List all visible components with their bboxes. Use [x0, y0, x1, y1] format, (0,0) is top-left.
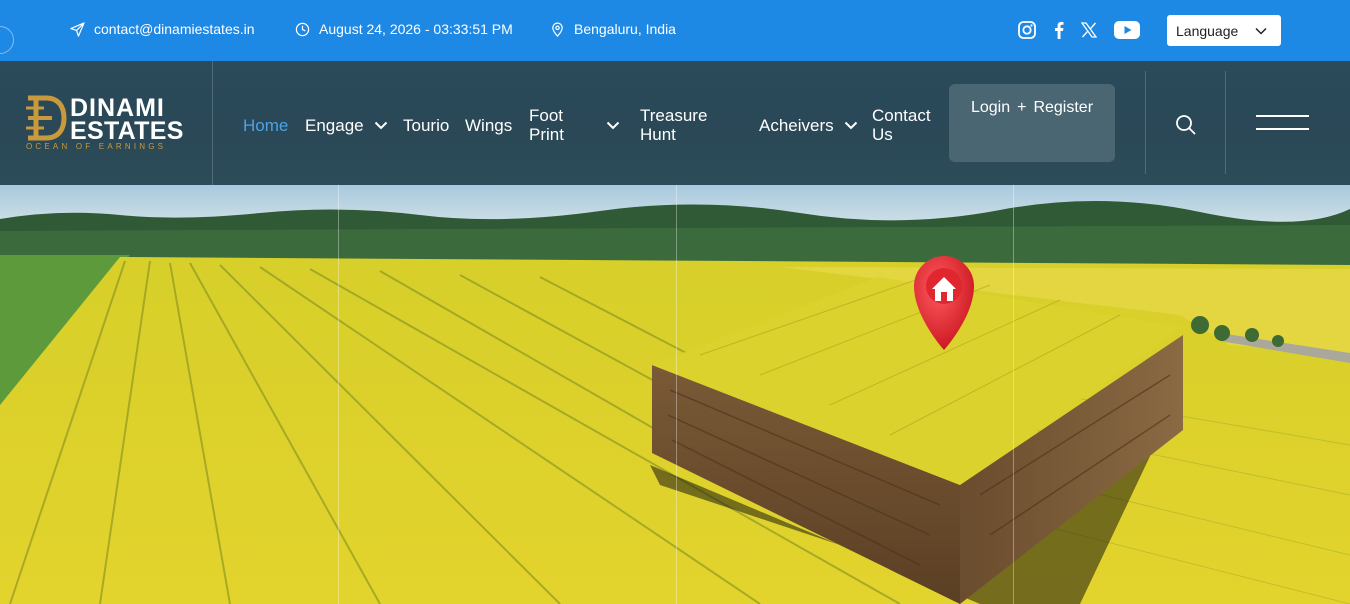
- chevron-down-icon[interactable]: [606, 121, 620, 130]
- menu-bar-icon: [1256, 128, 1309, 130]
- register-label: Register: [1033, 99, 1094, 116]
- nav-engage[interactable]: Engage: [305, 116, 388, 135]
- hero-image: [0, 185, 1350, 604]
- login-label: Login: [970, 99, 1011, 116]
- logo-tagline: OCEAN OF EARNINGS: [26, 142, 166, 151]
- location-text: Bengaluru, India: [574, 21, 676, 37]
- login-register-button[interactable]: Login + Register: [949, 84, 1115, 162]
- language-select[interactable]: Language: [1167, 15, 1281, 46]
- grid-line: [676, 185, 677, 604]
- main-navigation: DINAMI ESTATES OCEAN OF EARNINGS Home En…: [0, 61, 1350, 185]
- chevron-down-icon: [1255, 27, 1267, 35]
- nav-engage-label: Engage: [305, 116, 364, 135]
- nav-wings[interactable]: Wings: [465, 116, 512, 135]
- top-info-bar: contact@dinamiestates.in August 24, 2026…: [0, 0, 1350, 61]
- nav-treasure-hunt[interactable]: Treasure Hunt: [640, 106, 740, 144]
- nav-foot-print[interactable]: Foot Print: [529, 106, 589, 144]
- divider: [1145, 71, 1146, 174]
- x-twitter-icon[interactable]: [1080, 19, 1098, 41]
- logo-line2: ESTATES: [70, 117, 184, 145]
- divider: [212, 61, 213, 185]
- logo-graphic: DINAMI ESTATES OCEAN OF EARNINGS: [26, 94, 184, 151]
- email-link[interactable]: contact@dinamiestates.in: [70, 21, 255, 37]
- location-display: Bengaluru, India: [550, 21, 676, 37]
- nav-home[interactable]: Home: [243, 116, 288, 135]
- nav-achievers-label: Acheivers: [759, 116, 834, 135]
- datetime-display: August 24, 2026 - 03:33:51 PM: [295, 21, 513, 37]
- search-button[interactable]: [1175, 114, 1196, 135]
- youtube-icon[interactable]: [1113, 19, 1140, 41]
- instagram-icon[interactable]: [1017, 19, 1037, 41]
- facebook-icon[interactable]: [1051, 19, 1067, 41]
- nav-tourio[interactable]: Tourio: [403, 116, 449, 135]
- search-icon: [1176, 115, 1196, 135]
- site-logo[interactable]: DINAMI ESTATES OCEAN OF EARNINGS: [24, 94, 202, 152]
- scroll-indicator[interactable]: [0, 26, 14, 54]
- chevron-down-icon: [374, 121, 387, 130]
- datetime-text: August 24, 2026 - 03:33:51 PM: [319, 21, 513, 37]
- language-label: Language: [1176, 22, 1239, 39]
- plus-separator: +: [1017, 99, 1027, 116]
- clock-icon: [295, 22, 310, 36]
- chevron-down-icon: [844, 121, 857, 130]
- menu-bar-icon: [1256, 115, 1309, 117]
- hamburger-menu-button[interactable]: [1256, 115, 1309, 131]
- divider: [1225, 71, 1226, 174]
- nav-contact-us[interactable]: Contact Us: [872, 106, 942, 144]
- hero-banner: [0, 185, 1350, 604]
- grid-line: [338, 185, 339, 604]
- map-pin-icon: [552, 22, 563, 37]
- email-text: contact@dinamiestates.in: [94, 21, 255, 37]
- send-icon: [70, 21, 85, 37]
- grid-line: [1013, 185, 1014, 604]
- nav-achievers[interactable]: Acheivers: [759, 116, 858, 135]
